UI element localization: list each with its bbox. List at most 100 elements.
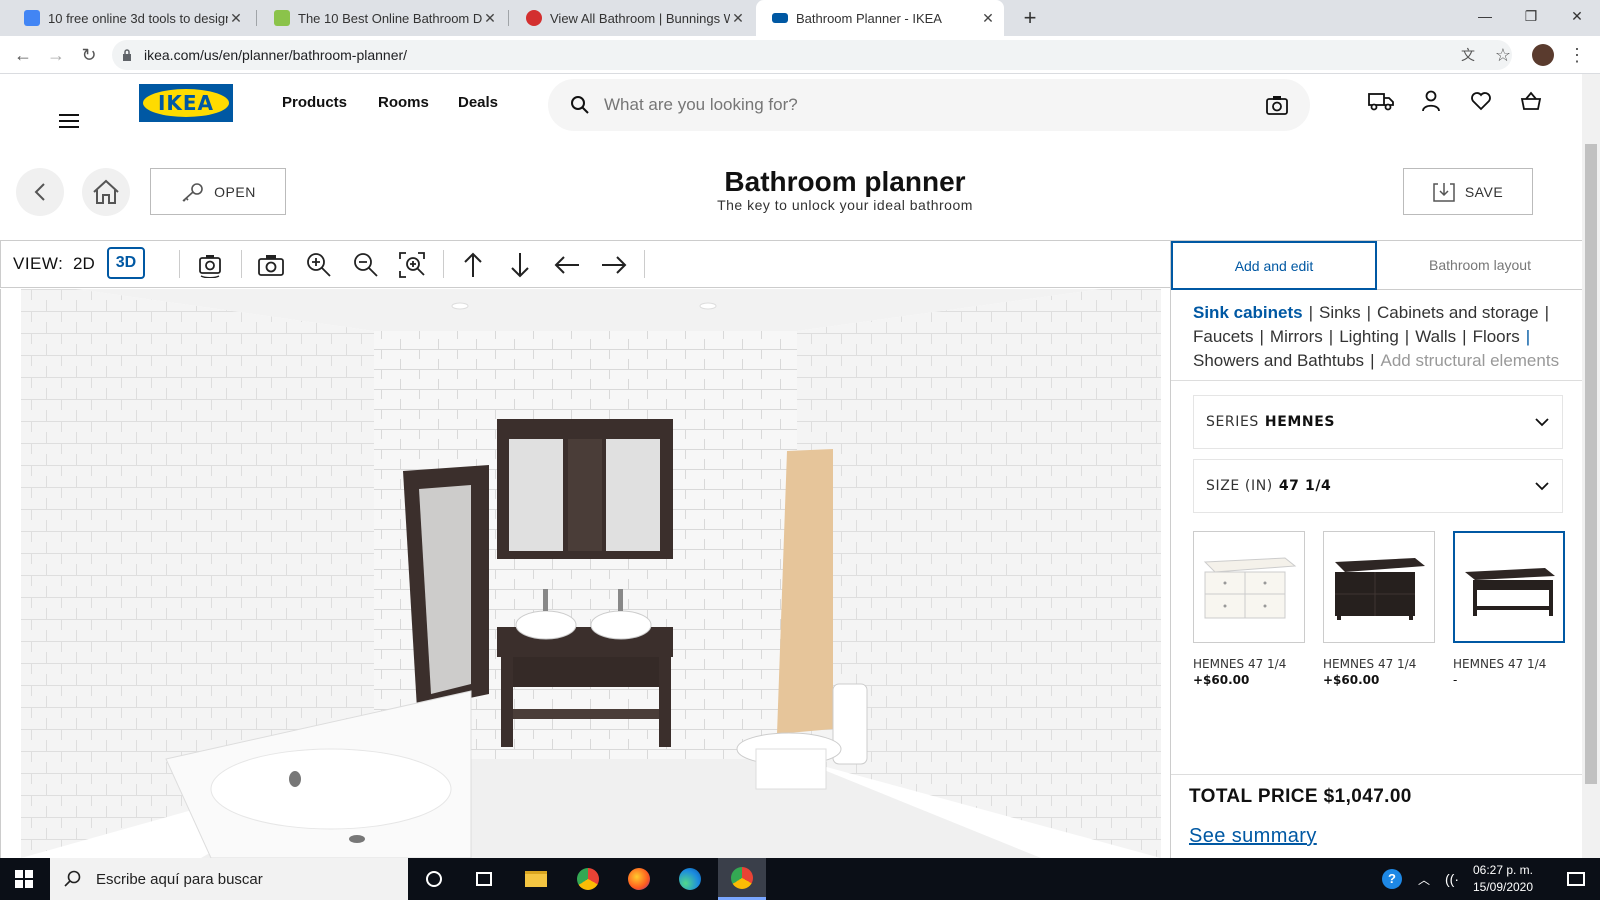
view-2d-button[interactable]: 2D: [73, 254, 95, 274]
product-card[interactable]: HEMNES 47 1/4 +$60.00: [1193, 531, 1305, 687]
url-field[interactable]: ikea.com/us/en/planner/bathroom-planner/: [112, 40, 1512, 70]
arrow-up-icon[interactable]: [458, 250, 488, 280]
ikea-logo[interactable]: IKEA: [139, 84, 233, 122]
category-walls[interactable]: Walls: [1415, 327, 1456, 346]
page-scrollbar[interactable]: [1582, 74, 1600, 858]
ceiling-light: [451, 302, 469, 310]
windows-start-icon[interactable]: [0, 858, 48, 900]
save-button[interactable]: SAVE: [1403, 168, 1533, 215]
clock-date: 15/09/2020: [1472, 880, 1534, 894]
shopping-bag-icon[interactable]: [1518, 88, 1544, 114]
wishlist-heart-icon[interactable]: [1468, 88, 1494, 114]
account-icon[interactable]: [1418, 88, 1444, 114]
close-tab-icon[interactable]: ✕: [730, 10, 746, 27]
hamburger-menu-icon[interactable]: [59, 114, 79, 130]
product-price: +$60.00: [1323, 673, 1380, 687]
category-add-structural[interactable]: Add structural elements: [1380, 351, 1559, 370]
bookmark-star-icon[interactable]: ☆: [1490, 42, 1516, 68]
category-sinks[interactable]: Sinks: [1319, 303, 1361, 322]
forward-arrow-icon[interactable]: →: [43, 42, 69, 68]
category-floors[interactable]: Floors: [1473, 327, 1520, 346]
arrow-left-icon[interactable]: [552, 250, 582, 280]
toolbar-divider: [179, 250, 180, 278]
close-tab-icon[interactable]: ✕: [482, 10, 498, 27]
taskbar-clock[interactable]: 06:27 p. m. 15/09/2020: [1460, 862, 1546, 896]
delivery-truck-icon[interactable]: [1368, 88, 1394, 114]
size-dropdown[interactable]: SIZE (IN) 47 1/4: [1193, 459, 1563, 513]
arrow-right-icon[interactable]: [599, 250, 629, 280]
camera-search-icon[interactable]: [1266, 95, 1288, 115]
tab-bathroom-layout[interactable]: Bathroom layout: [1377, 241, 1583, 290]
file-explorer-icon[interactable]: [512, 858, 560, 900]
see-summary-link[interactable]: See summary: [1189, 825, 1317, 848]
product-image-open-cabinet[interactable]: [1453, 531, 1565, 643]
minimize-icon[interactable]: —: [1462, 0, 1508, 32]
edge-icon[interactable]: [666, 858, 714, 900]
view-3d-button[interactable]: 3D: [107, 247, 145, 279]
restore-icon[interactable]: ❐: [1508, 0, 1554, 32]
browser-menu-icon[interactable]: ⋮: [1564, 42, 1590, 68]
sink-bowl[interactable]: [590, 610, 652, 640]
search-input[interactable]: What are you looking for?: [604, 95, 1266, 115]
category-showers-bathtubs[interactable]: Showers and Bathtubs: [1193, 351, 1364, 370]
category-faucets[interactable]: Faucets: [1193, 327, 1253, 346]
browser-tab-2[interactable]: The 10 Best Online Bathroom De ✕: [258, 0, 506, 36]
zoom-out-icon[interactable]: [351, 250, 381, 280]
browser-tab-1[interactable]: 10 free online 3d tools to design ✕: [8, 0, 252, 36]
key-icon: [182, 182, 203, 202]
category-list: Sink cabinets | Sinks | Cabinets and storage…: [1193, 303, 1560, 370]
home-button[interactable]: [82, 168, 130, 216]
product-image-white-cabinet[interactable]: [1193, 531, 1305, 643]
bunnings-favicon-icon: [526, 10, 542, 26]
browser-tab-3[interactable]: View All Bathroom | Bunnings Wa ✕: [510, 0, 754, 36]
close-tab-icon[interactable]: ✕: [228, 10, 244, 27]
category-sink-cabinets[interactable]: Sink cabinets: [1193, 303, 1303, 322]
scrollbar-thumb[interactable]: [1585, 144, 1597, 784]
notifications-icon[interactable]: [1552, 858, 1600, 900]
taskbar-search-field[interactable]: Escribe aquí para buscar: [50, 858, 408, 900]
back-button[interactable]: [16, 168, 64, 216]
translate-icon[interactable]: 文: [1455, 42, 1481, 68]
right-wall: [797, 289, 1161, 858]
close-tab-icon[interactable]: ✕: [980, 10, 996, 27]
360-view-camera-icon[interactable]: [195, 250, 225, 280]
product-card-selected[interactable]: HEMNES 47 1/4 -: [1453, 531, 1565, 687]
category-mirrors[interactable]: Mirrors: [1270, 327, 1323, 346]
bathroom-3d-render[interactable]: [1, 289, 1170, 858]
profile-avatar-icon[interactable]: [1530, 42, 1556, 68]
product-name: HEMNES 47 1/4: [1453, 657, 1547, 671]
product-card[interactable]: HEMNES 47 1/4 +$60.00: [1323, 531, 1435, 687]
open-button[interactable]: OPEN: [150, 168, 286, 215]
nav-rooms[interactable]: Rooms: [378, 94, 429, 111]
browser-tab-4-active[interactable]: Bathroom Planner - IKEA ✕: [756, 0, 1004, 36]
screenshot-camera-icon[interactable]: [256, 250, 286, 280]
view-label: VIEW:: [13, 254, 64, 273]
category-cabinets-storage[interactable]: Cabinets and storage: [1377, 303, 1539, 322]
tab-add-and-edit[interactable]: Add and edit: [1171, 241, 1377, 290]
page-subtitle: The key to unlock your ideal bathroom: [717, 197, 973, 213]
back-arrow-icon[interactable]: ←: [10, 42, 36, 68]
zoom-fit-icon[interactable]: [397, 250, 427, 280]
3d-viewport[interactable]: [0, 289, 1170, 858]
close-window-icon[interactable]: ✕: [1554, 0, 1600, 32]
new-tab-button[interactable]: +: [1010, 0, 1050, 36]
nav-deals[interactable]: Deals: [458, 94, 498, 111]
series-dropdown[interactable]: SERIES HEMNES: [1193, 395, 1563, 449]
chevron-down-icon: [1535, 482, 1549, 491]
reload-icon[interactable]: ↻: [76, 42, 102, 68]
save-label: SAVE: [1464, 183, 1504, 200]
arrow-down-icon[interactable]: [505, 250, 535, 280]
zoom-in-icon[interactable]: [304, 250, 334, 280]
category-lighting[interactable]: Lighting: [1339, 327, 1399, 346]
firefox-icon[interactable]: [615, 858, 663, 900]
chrome-active-icon[interactable]: [718, 858, 766, 900]
chrome-icon[interactable]: [564, 858, 612, 900]
cortana-icon[interactable]: [410, 858, 458, 900]
product-image-dark-cabinet[interactable]: [1323, 531, 1435, 643]
total-price: TOTAL PRICE $1,047.00: [1189, 786, 1412, 807]
nav-products[interactable]: Products: [282, 94, 347, 111]
task-view-icon[interactable]: [460, 858, 508, 900]
search-bar[interactable]: What are you looking for?: [548, 79, 1310, 131]
lock-icon: [123, 49, 131, 61]
sink-bowl[interactable]: [515, 610, 577, 640]
